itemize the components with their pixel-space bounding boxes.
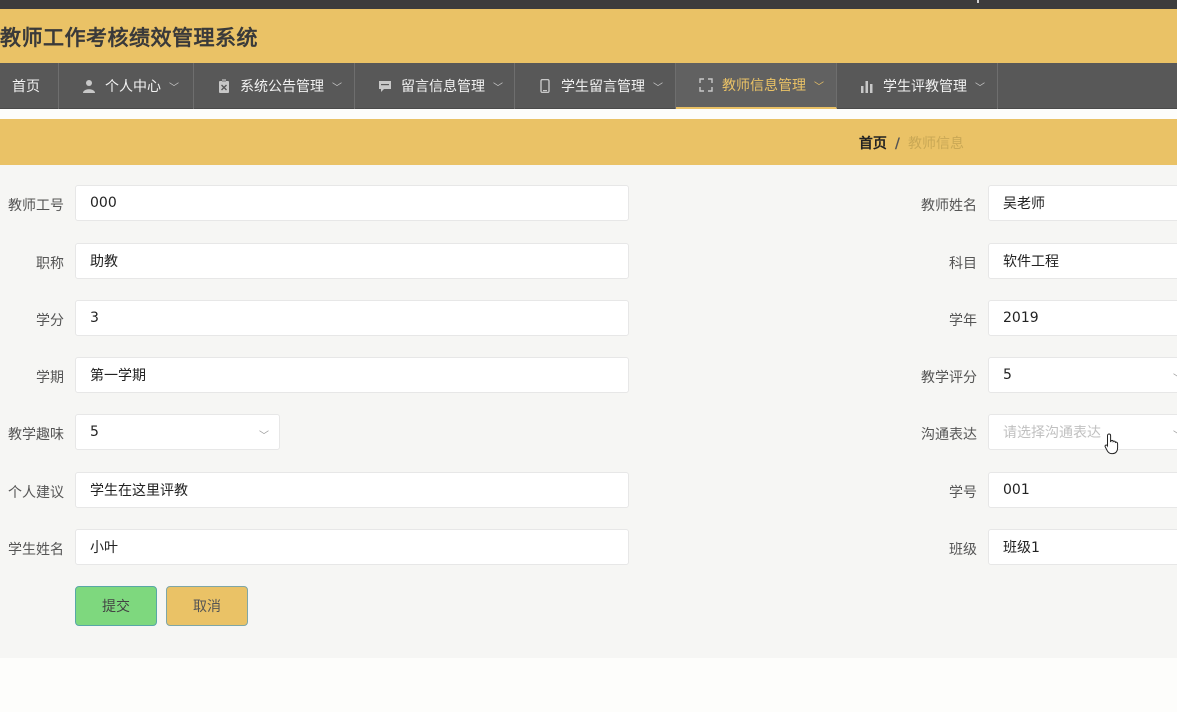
submit-button[interactable]: 提交 [75, 586, 157, 626]
semester-label: 学期 [36, 370, 64, 386]
window-top-strip [0, 0, 1177, 9]
teaching-interest-value: 5 [90, 424, 99, 440]
student-id-label: 学号 [949, 485, 977, 501]
student-id-field[interactable]: 001 [988, 472, 1177, 508]
student-name-field[interactable]: 小叶 [75, 529, 629, 565]
nav-item-label: 首页 [12, 79, 40, 95]
strip-marker [977, 0, 979, 3]
nav-item-label: 留言信息管理 [401, 79, 485, 95]
suggestion-label: 个人建议 [8, 485, 64, 501]
message-icon [377, 78, 393, 94]
nav-item-personal-center[interactable]: 个人中心 ﹀ [59, 63, 194, 109]
breadcrumb-separator: / [894, 136, 900, 152]
breadcrumb-current: 教师信息 [908, 136, 964, 152]
semester-field[interactable]: 第一学期 [75, 357, 629, 393]
chevron-down-icon: ﹀ [332, 82, 342, 94]
suggestion-field[interactable]: 学生在这里评教 [75, 472, 629, 508]
subject-field[interactable]: 软件工程 [988, 243, 1177, 279]
teaching-score-value: 5 [1003, 367, 1012, 383]
teacher-id-label: 教师工号 [8, 198, 64, 214]
credit-field[interactable]: 3 [75, 300, 629, 336]
communication-select[interactable]: 请选择沟通表达 ﹀ [988, 414, 1177, 450]
nav-item-teacher-info[interactable]: 教师信息管理 ﹀ [676, 63, 837, 109]
breadcrumb-bar: 首页 / 教师信息 [0, 119, 1177, 165]
title-label: 职称 [36, 256, 64, 272]
app-title: 教师工作考核绩效管理系统 [0, 26, 258, 50]
nav-item-home[interactable]: 首页 [0, 63, 59, 109]
chevron-down-icon: ﹀ [975, 82, 985, 94]
chevron-down-icon: ﹀ [259, 431, 269, 442]
credit-label: 学分 [36, 313, 64, 329]
teacher-info-form [0, 165, 1177, 658]
nav-item-messages[interactable]: 留言信息管理 ﹀ [355, 63, 515, 109]
subject-label: 科目 [949, 256, 977, 272]
chevron-down-icon: ﹀ [653, 82, 663, 94]
chevron-down-icon: ﹀ [1173, 427, 1177, 442]
teaching-score-select[interactable]: 5 ﹀ [988, 357, 1177, 393]
breadcrumb: 首页 / 教师信息 [859, 133, 964, 153]
nav-item-label: 个人中心 [105, 79, 161, 95]
nav-item-label: 学生留言管理 [561, 79, 645, 95]
class-field[interactable]: 班级1 [988, 529, 1177, 565]
bar-chart-icon [859, 78, 875, 94]
nav-item-student-evaluation[interactable]: 学生评教管理 ﹀ [837, 63, 998, 109]
teacher-name-field[interactable]: 吴老师 [988, 185, 1177, 221]
chevron-down-icon: ﹀ [1173, 370, 1177, 385]
communication-placeholder: 请选择沟通表达 [1003, 425, 1101, 441]
user-icon [81, 78, 97, 94]
nav-item-student-messages[interactable]: 学生留言管理 ﹀ [515, 63, 676, 109]
phone-icon [537, 78, 553, 94]
teaching-score-label: 教学评分 [921, 370, 977, 386]
teacher-id-field[interactable]: 000 [75, 185, 629, 221]
nav-item-label: 系统公告管理 [240, 79, 324, 95]
nav-item-label: 学生评教管理 [883, 79, 967, 95]
main-nav: 首页 个人中心 ﹀ 系统公告管理 ﹀ 留言信息管理 ﹀ 学生留言管理 ﹀ 教师信… [0, 63, 1177, 109]
chevron-down-icon: ﹀ [169, 82, 179, 94]
teacher-name-label: 教师姓名 [921, 198, 977, 214]
hand-cursor-icon [1104, 433, 1119, 455]
cancel-button[interactable]: 取消 [166, 586, 248, 626]
nav-item-announcements[interactable]: 系统公告管理 ﹀ [194, 63, 355, 109]
app-header: 教师工作考核绩效管理系统 [0, 9, 1177, 63]
fullscreen-icon [698, 77, 714, 93]
student-name-label: 学生姓名 [8, 542, 64, 558]
breadcrumb-home[interactable]: 首页 [859, 136, 887, 152]
title-field[interactable]: 助教 [75, 243, 629, 279]
school-year-label: 学年 [949, 313, 977, 329]
clipboard-icon [216, 78, 232, 94]
chevron-down-icon: ﹀ [814, 81, 824, 93]
nav-item-label: 教师信息管理 [722, 78, 806, 94]
school-year-field[interactable]: 2019 [988, 300, 1177, 336]
class-label: 班级 [949, 542, 977, 558]
chevron-down-icon: ﹀ [493, 82, 503, 94]
communication-label: 沟通表达 [921, 427, 977, 443]
teaching-interest-label: 教学趣味 [8, 427, 64, 443]
teaching-interest-select[interactable]: 5 ﹀ [75, 414, 280, 450]
